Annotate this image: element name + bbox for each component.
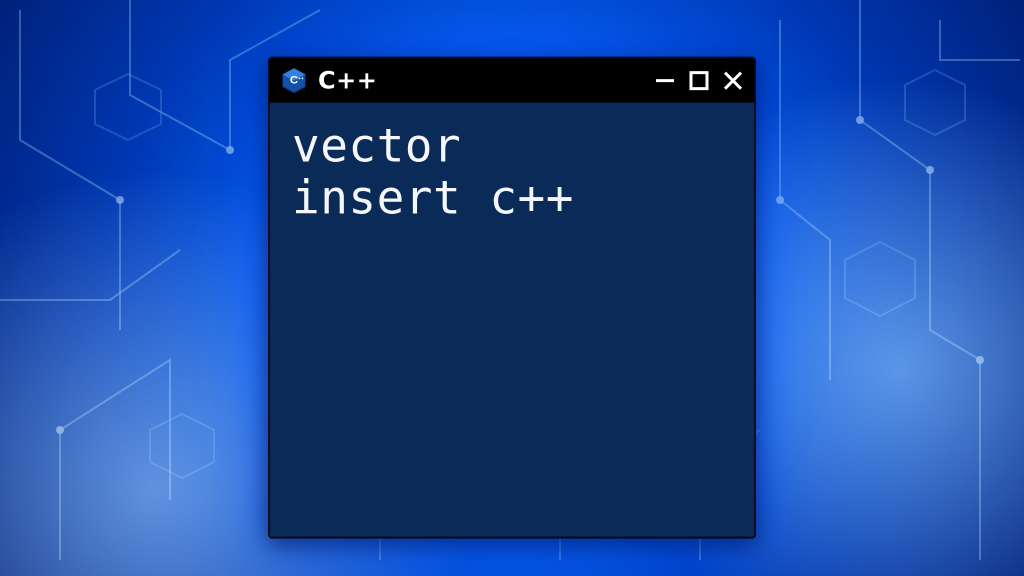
terminal-content: vector insert c++ [292,121,732,224]
window-controls [654,70,744,92]
maximize-button[interactable] [688,70,710,92]
svg-text:+: + [301,77,304,82]
titlebar[interactable]: C + + C++ [270,59,754,103]
close-button[interactable] [722,70,744,92]
svg-text:+: + [298,77,301,82]
terminal-window: C + + C++ [268,57,756,539]
cpp-logo-icon: C + + [280,67,308,95]
terminal-client-area[interactable]: vector insert c++ [270,103,754,537]
window-title: C++ [318,67,644,95]
minimize-button[interactable] [654,70,676,92]
background-stage: C + + C++ [0,0,1024,576]
svg-text:C: C [290,75,298,87]
